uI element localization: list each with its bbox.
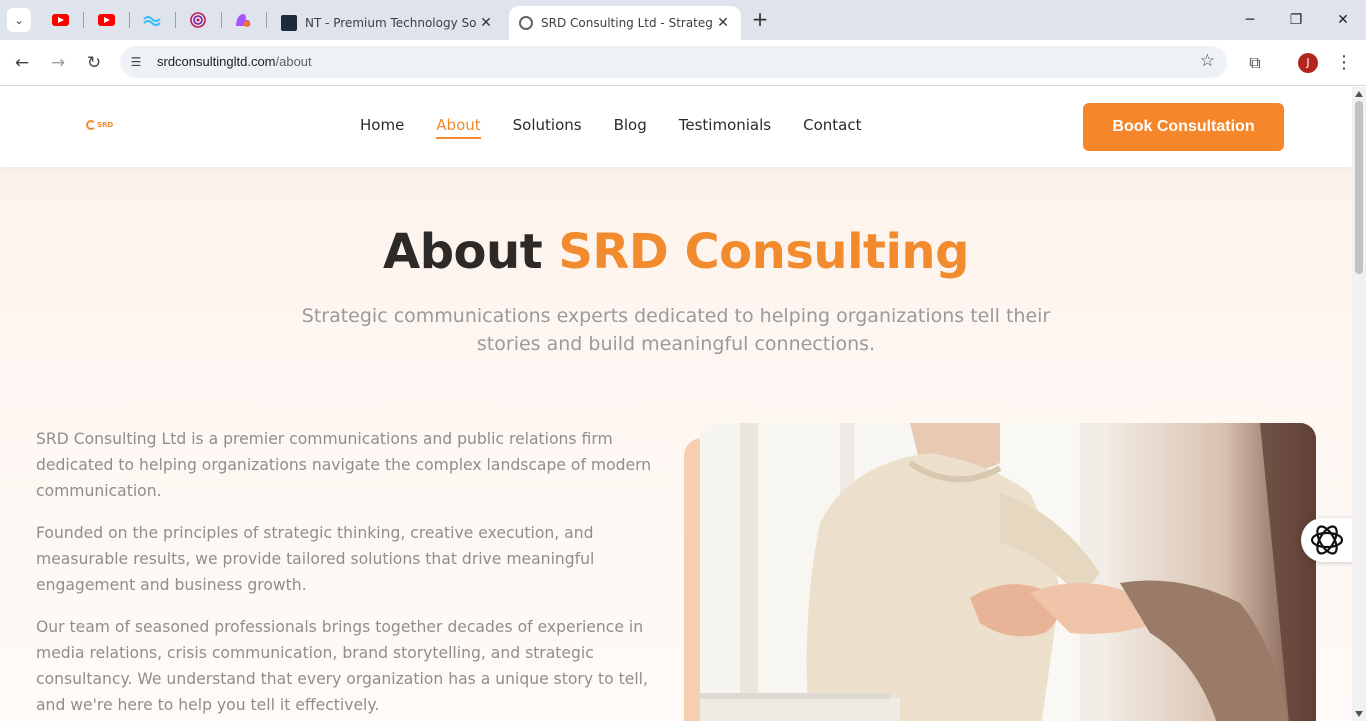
site-logo[interactable]: SRD bbox=[86, 120, 113, 130]
tab-separator bbox=[221, 12, 222, 28]
pinned-tab-tailwind[interactable] bbox=[141, 10, 163, 30]
nav-testimonials[interactable]: Testimonials bbox=[679, 116, 771, 139]
handshake-illustration bbox=[700, 423, 1316, 721]
tab-nt[interactable]: NT - Premium Technology Solut ✕ bbox=[271, 6, 504, 40]
new-tab-button[interactable]: + bbox=[748, 8, 772, 32]
tab-separator bbox=[175, 12, 176, 28]
scroll-up-arrow-icon[interactable] bbox=[1355, 91, 1363, 97]
tailwind-icon bbox=[143, 16, 161, 26]
main-nav: Home About Solutions Blog Testimonials C… bbox=[360, 116, 893, 139]
tab-title: NT - Premium Technology Solut bbox=[305, 16, 476, 30]
address-bar[interactable]: ☰ srdconsultingltd.com/about ☆ bbox=[120, 46, 1227, 78]
about-body: SRD Consulting Ltd is a premier communic… bbox=[36, 426, 656, 721]
handshake-photo bbox=[700, 423, 1316, 721]
about-paragraph-1: SRD Consulting Ltd is a premier communic… bbox=[36, 430, 652, 500]
nav-blog[interactable]: Blog bbox=[614, 116, 647, 139]
tab-separator bbox=[83, 12, 84, 28]
browser-toolbar: ← → ↻ ☰ srdconsultingltd.com/about ☆ bbox=[0, 40, 1366, 86]
scroll-thumb[interactable] bbox=[1355, 101, 1363, 274]
close-icon[interactable]: ✕ bbox=[476, 15, 496, 31]
logo-text: SRD bbox=[97, 121, 114, 129]
tab-separator bbox=[129, 12, 130, 28]
globe-icon bbox=[519, 16, 533, 30]
window-close-button[interactable]: ✕ bbox=[1320, 6, 1366, 34]
youtube-icon bbox=[97, 14, 115, 26]
page-title: About SRD Consulting bbox=[0, 224, 1352, 280]
pinned-tab-spiral[interactable] bbox=[187, 10, 209, 30]
site-settings-icon[interactable]: ☰ bbox=[128, 54, 144, 70]
tab-srd[interactable]: SRD Consulting Ltd - Strategic C ✕ bbox=[509, 6, 741, 40]
nav-home[interactable]: Home bbox=[360, 116, 404, 139]
app-blob-icon bbox=[236, 14, 251, 27]
page-viewport: SRD Home About Solutions Blog Testimonia… bbox=[0, 87, 1352, 721]
chat-widget-button[interactable] bbox=[1301, 518, 1355, 562]
pinned-tab-youtube-2[interactable] bbox=[95, 10, 117, 30]
restore-button[interactable]: ❐ bbox=[1273, 6, 1319, 34]
tab-search-button[interactable]: ⌄ bbox=[7, 8, 31, 32]
tab-title: SRD Consulting Ltd - Strategic C bbox=[541, 16, 713, 30]
about-paragraph-2: Founded on the principles of strategic t… bbox=[36, 524, 595, 594]
page-subtitle: Strategic communications experts dedicat… bbox=[301, 305, 1051, 355]
pinned-tab-app[interactable] bbox=[232, 10, 254, 30]
book-consultation-button[interactable]: Book Consultation bbox=[1083, 103, 1284, 151]
browser-menu-icon[interactable]: ⋮ bbox=[1335, 51, 1353, 75]
nav-solutions[interactable]: Solutions bbox=[513, 116, 582, 139]
forward-button[interactable]: → bbox=[46, 51, 70, 75]
browser-tab-strip: ⌄ NT - Premium Technology Solut ✕ SRD Co… bbox=[0, 0, 1366, 40]
site-header: SRD Home About Solutions Blog Testimonia… bbox=[0, 87, 1352, 167]
title-plain: About bbox=[383, 224, 559, 280]
about-paragraph-3: Our team of seasoned professionals bring… bbox=[36, 618, 648, 714]
minimize-button[interactable]: ─ bbox=[1227, 6, 1273, 34]
nav-about[interactable]: About bbox=[436, 116, 481, 139]
page-scrollbar[interactable] bbox=[1352, 87, 1366, 721]
title-accent: SRD Consulting bbox=[558, 224, 969, 280]
nt-favicon-icon bbox=[281, 15, 297, 31]
nav-contact[interactable]: Contact bbox=[803, 116, 861, 139]
url-path: /about bbox=[275, 54, 312, 69]
logo-swoosh-icon bbox=[86, 120, 96, 130]
back-button[interactable]: ← bbox=[10, 51, 34, 75]
chat-assistant-icon bbox=[1310, 525, 1344, 555]
url-text[interactable]: srdconsultingltd.com/about bbox=[157, 54, 312, 69]
close-icon[interactable]: ✕ bbox=[713, 15, 733, 31]
youtube-icon bbox=[51, 14, 69, 26]
reload-button[interactable]: ↻ bbox=[82, 51, 106, 75]
bookmark-star-icon[interactable]: ☆ bbox=[1200, 51, 1215, 71]
profile-avatar[interactable]: J bbox=[1298, 53, 1318, 73]
extensions-icon[interactable]: ⧉ bbox=[1243, 51, 1267, 75]
scroll-down-arrow-icon[interactable] bbox=[1355, 711, 1363, 717]
spiral-icon bbox=[190, 12, 206, 28]
url-domain: srdconsultingltd.com bbox=[157, 54, 276, 69]
tab-separator bbox=[266, 12, 267, 28]
pinned-tab-youtube-1[interactable] bbox=[49, 10, 71, 30]
